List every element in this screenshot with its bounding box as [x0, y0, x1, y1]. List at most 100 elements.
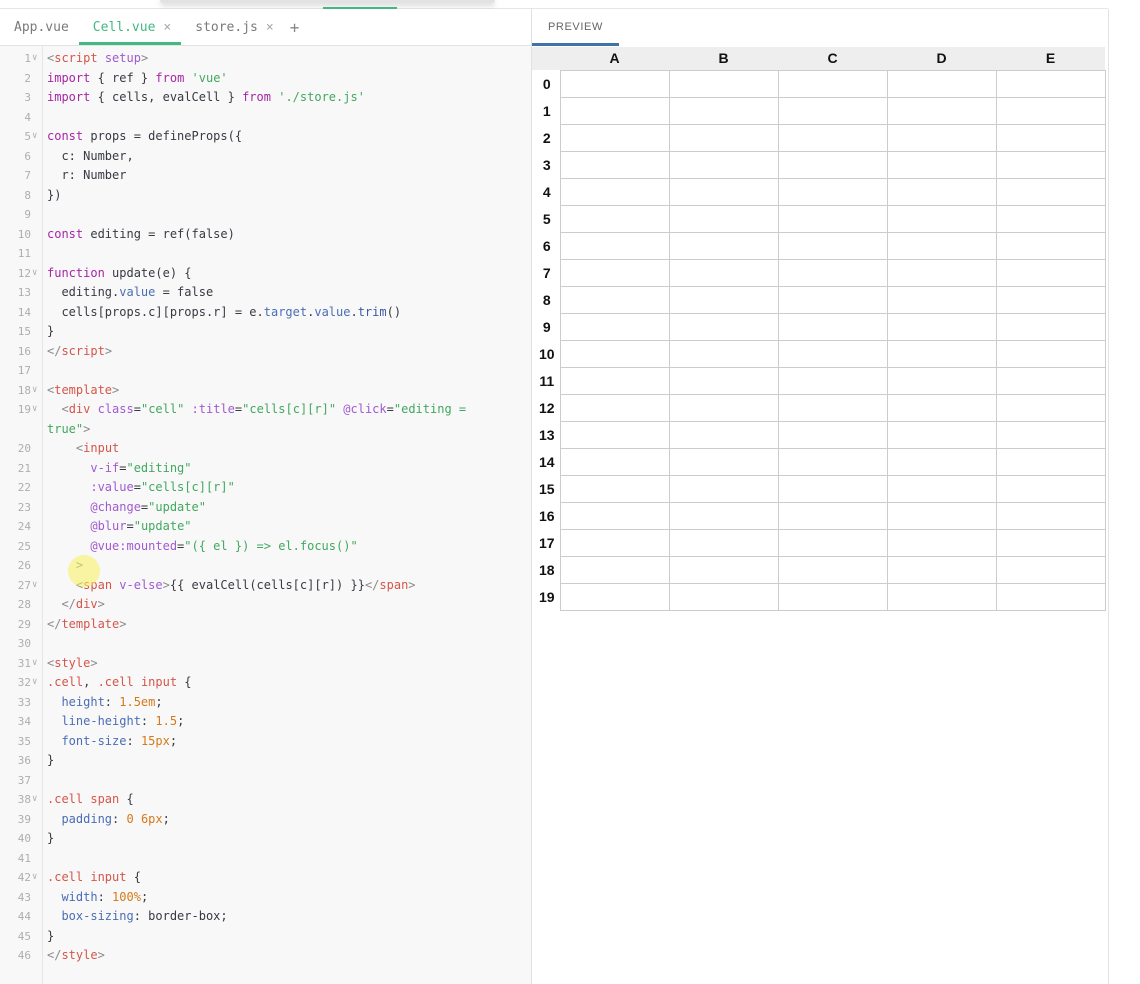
spreadsheet-cell[interactable]	[668, 501, 779, 530]
code-line[interactable]: 45}	[0, 927, 532, 947]
code-line[interactable]: 12 ∨ function update(e) {	[0, 264, 532, 284]
code-line[interactable]: 6 c: Number,	[0, 147, 532, 167]
spreadsheet-cell[interactable]	[559, 555, 670, 584]
spreadsheet-cell[interactable]	[559, 393, 670, 422]
spreadsheet-cell[interactable]	[995, 204, 1106, 233]
spreadsheet-cell[interactable]	[777, 501, 888, 530]
fold-chevron-icon[interactable]: ∨	[32, 576, 37, 596]
code-line[interactable]: 3 import { cells, evalCell } from './stor…	[0, 88, 532, 108]
spreadsheet-cell[interactable]	[777, 393, 888, 422]
tab-preview[interactable]: PREVIEW	[532, 9, 619, 46]
spreadsheet-cell[interactable]	[995, 582, 1106, 611]
spreadsheet-cell[interactable]	[559, 285, 670, 314]
code-line[interactable]: 4	[0, 108, 532, 128]
spreadsheet-cell[interactable]	[668, 69, 779, 98]
code-line[interactable]: 37	[0, 771, 532, 791]
spreadsheet-cell[interactable]	[668, 339, 779, 368]
spreadsheet-cell[interactable]	[995, 258, 1106, 287]
code-line[interactable]: 8})	[0, 186, 532, 206]
code-line[interactable]: 38 ∨ .cell span {	[0, 790, 532, 810]
spreadsheet-cell[interactable]	[886, 312, 997, 341]
code-line[interactable]: 10 const editing = ref(false)	[0, 225, 532, 245]
spreadsheet-cell[interactable]	[886, 96, 997, 125]
spreadsheet-cell[interactable]	[777, 312, 888, 341]
spreadsheet-cell[interactable]	[668, 123, 779, 152]
code-line[interactable]: 35 font-size: 15px;	[0, 732, 532, 752]
spreadsheet-cell[interactable]	[886, 339, 997, 368]
code-line[interactable]: 42 ∨ .cell input {	[0, 868, 532, 888]
code-line[interactable]: 2 import { ref } from 'vue'	[0, 69, 532, 89]
spreadsheet-cell[interactable]	[777, 96, 888, 125]
spreadsheet-cell[interactable]	[995, 69, 1106, 98]
spreadsheet-cell[interactable]	[668, 96, 779, 125]
fold-chevron-icon[interactable]: ∨	[32, 127, 37, 147]
spreadsheet-cell[interactable]	[668, 528, 779, 557]
code-line[interactable]: 41	[0, 849, 532, 869]
code-line[interactable]: 31 ∨ <style>	[0, 654, 532, 674]
code-line[interactable]: 20 <input	[0, 439, 532, 459]
code-line[interactable]: 39 padding: 0 6px;	[0, 810, 532, 830]
code-line[interactable]: 28 </div>	[0, 595, 532, 615]
add-file-button[interactable]: +	[284, 9, 312, 45]
code-line[interactable]: 43 width: 100%;	[0, 888, 532, 908]
spreadsheet-cell[interactable]	[777, 150, 888, 179]
code-line[interactable]: 44 box-sizing: border-box;	[0, 907, 532, 927]
spreadsheet-cell[interactable]	[995, 528, 1106, 557]
spreadsheet-cell[interactable]	[886, 231, 997, 260]
close-icon[interactable]: ×	[163, 20, 171, 35]
code-line[interactable]: 23 @change="update"	[0, 498, 532, 518]
spreadsheet-cell[interactable]	[668, 285, 779, 314]
spreadsheet-cell[interactable]	[886, 582, 997, 611]
fold-chevron-icon[interactable]: ∨	[32, 49, 37, 69]
code-line[interactable]: 1 ∨ <script setup>	[0, 49, 532, 69]
spreadsheet-cell[interactable]	[886, 447, 997, 476]
code-line[interactable]: 15}	[0, 322, 532, 342]
spreadsheet-cell[interactable]	[886, 366, 997, 395]
spreadsheet-cell[interactable]	[559, 123, 670, 152]
spreadsheet-cell[interactable]	[777, 474, 888, 503]
spreadsheet-cell[interactable]	[995, 123, 1106, 152]
spreadsheet-cell[interactable]	[886, 501, 997, 530]
code-lines[interactable]: 1 ∨ <script setup> 2 import { ref } from 'vu…	[0, 49, 532, 966]
close-icon[interactable]: ×	[266, 20, 274, 35]
spreadsheet-cell[interactable]	[995, 420, 1106, 449]
spreadsheet-cell[interactable]	[668, 555, 779, 584]
fold-chevron-icon[interactable]: ∨	[32, 673, 37, 693]
code-line[interactable]: 22 :value="cells[c][r]"	[0, 478, 532, 498]
spreadsheet-cell[interactable]	[668, 312, 779, 341]
spreadsheet-cell[interactable]	[559, 204, 670, 233]
spreadsheet-cell[interactable]	[559, 339, 670, 368]
spreadsheet-cell[interactable]	[559, 312, 670, 341]
code-line[interactable]: 33 height: 1.5em;	[0, 693, 532, 713]
code-line[interactable]: 36}	[0, 751, 532, 771]
spreadsheet-cell[interactable]	[559, 447, 670, 476]
code-line[interactable]: 9	[0, 205, 532, 225]
spreadsheet-cell[interactable]	[995, 447, 1106, 476]
spreadsheet-cell[interactable]	[559, 231, 670, 260]
spreadsheet-cell[interactable]	[886, 555, 997, 584]
spreadsheet-cell[interactable]	[995, 231, 1106, 260]
spreadsheet-cell[interactable]	[777, 447, 888, 476]
spreadsheet-cell[interactable]	[886, 150, 997, 179]
code-line[interactable]: 16 </script>	[0, 342, 532, 362]
code-line[interactable]: 24 @blur="update"	[0, 517, 532, 537]
fold-chevron-icon[interactable]: ∨	[32, 790, 37, 810]
fold-chevron-icon[interactable]: ∨	[32, 400, 37, 420]
spreadsheet-cell[interactable]	[777, 69, 888, 98]
spreadsheet-cell[interactable]	[777, 582, 888, 611]
spreadsheet-cell[interactable]	[777, 366, 888, 395]
spreadsheet-cell[interactable]	[886, 474, 997, 503]
spreadsheet-cell[interactable]	[886, 285, 997, 314]
spreadsheet-cell[interactable]	[777, 204, 888, 233]
tab-app-vue[interactable]: App.vue	[0, 9, 79, 45]
code-line[interactable]: 40}	[0, 829, 532, 849]
code-line[interactable]: 34 line-height: 1.5;	[0, 712, 532, 732]
code-line[interactable]: 32 ∨ .cell, .cell input {	[0, 673, 532, 693]
spreadsheet-cell[interactable]	[777, 258, 888, 287]
code-line[interactable]: 5 ∨ const props = defineProps({	[0, 127, 532, 147]
spreadsheet-cell[interactable]	[668, 204, 779, 233]
code-line[interactable]: 11	[0, 244, 532, 264]
code-line[interactable]: 13 editing.value = false	[0, 283, 532, 303]
spreadsheet-cell[interactable]	[777, 555, 888, 584]
spreadsheet-cell[interactable]	[777, 285, 888, 314]
